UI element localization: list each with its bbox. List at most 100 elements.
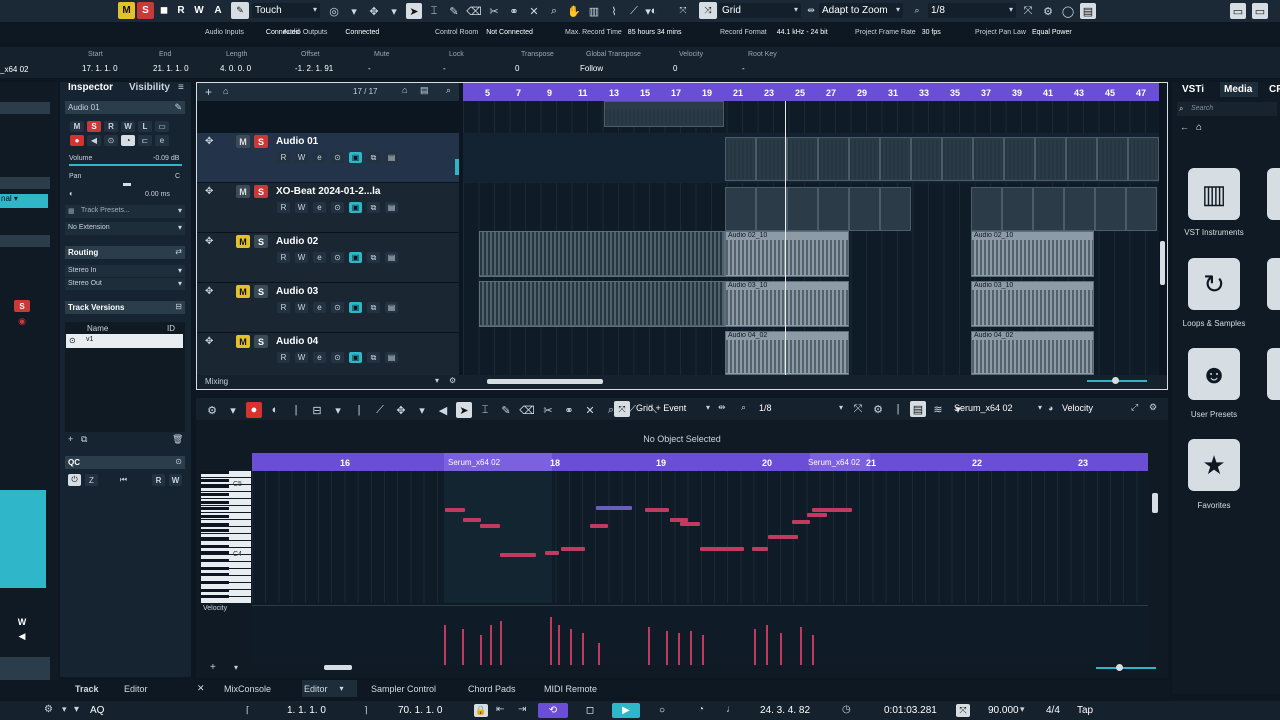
audio-event[interactable] <box>880 187 911 231</box>
track-mute-button[interactable]: M <box>236 235 250 248</box>
routing-section[interactable]: Routing ⇄ <box>65 246 185 259</box>
track-versions-icon[interactable]: ▤ <box>385 352 398 363</box>
expand-icon[interactable]: ✥ <box>205 186 213 197</box>
velocity-bar[interactable] <box>444 625 446 665</box>
read-button[interactable]: R <box>277 252 290 263</box>
velocity-bar[interactable] <box>702 635 704 665</box>
window-layout-icon[interactable]: ▤ <box>1080 3 1096 19</box>
channel-settings-icon[interactable]: e <box>155 135 169 146</box>
midi-note[interactable] <box>645 508 669 512</box>
lanes-icon[interactable]: ⧉ <box>367 352 380 363</box>
freeze-icon[interactable]: ⊏ <box>138 135 152 146</box>
chevron-down-icon[interactable]: ▾ <box>330 402 346 418</box>
snap-icon[interactable]: ⤧ <box>614 401 630 417</box>
track-row[interactable]: ✥ M S Audio 02 R We ⊙ ▣ ⧉ ▤ <box>197 233 459 283</box>
write-button[interactable]: W <box>295 252 308 263</box>
chevron-down-icon[interactable]: ▾ <box>414 402 430 418</box>
mute-tool-icon[interactable]: ✕ <box>582 402 598 418</box>
loops-samples-tile[interactable]: ↻ <box>1188 258 1240 310</box>
edit-in-place-icon[interactable]: ▣ <box>349 202 362 213</box>
media-tile-partial[interactable] <box>1267 168 1280 220</box>
chevron-down-icon[interactable]: ▾ <box>234 663 238 672</box>
user-presets-tile[interactable]: ☻ <box>1188 348 1240 400</box>
channel-settings-icon[interactable]: e <box>313 202 326 213</box>
glue-tool-icon[interactable]: ⚭ <box>506 3 522 19</box>
expand-icon[interactable]: ✥ <box>205 336 213 347</box>
comp-tool-icon[interactable]: ▥ <box>586 3 602 19</box>
write-button[interactable]: W <box>295 202 308 213</box>
velocity-bar[interactable] <box>582 633 584 665</box>
velocity-bar[interactable] <box>648 627 650 665</box>
audio-event[interactable] <box>942 137 973 181</box>
editor-zoom-handle[interactable] <box>1116 664 1123 671</box>
info-field-value[interactable]: Follow <box>580 64 603 73</box>
automation-mode-icon[interactable]: ✎ <box>231 2 249 19</box>
open-window-icon[interactable]: ⤢ <box>1131 402 1138 413</box>
part-selector-dropdown[interactable]: Serum_x64 02 ▾ <box>952 402 1044 416</box>
audio-event[interactable] <box>725 137 756 181</box>
audio-event[interactable] <box>787 187 818 231</box>
lanes-icon[interactable]: ⧉ <box>367 152 380 163</box>
track-solo-button[interactable]: S <box>254 135 268 148</box>
hand-tool-icon[interactable]: ✋ <box>566 3 582 19</box>
chevron-down-icon[interactable]: ▾ <box>386 3 402 19</box>
listen-button[interactable]: ◼ <box>157 2 171 19</box>
editor-horizontal-scroll-thumb[interactable] <box>324 665 352 670</box>
object-selection-tool-icon[interactable]: ➤ <box>406 3 422 19</box>
audio-event[interactable] <box>756 137 787 181</box>
tempo-track-icon[interactable]: ⤧ <box>956 704 970 717</box>
audio-event[interactable] <box>849 137 880 181</box>
midi-note[interactable] <box>463 518 481 522</box>
audio-event-audio-02-10[interactable]: Audio 02_10 <box>971 231 1094 277</box>
audio-event[interactable] <box>1126 187 1157 231</box>
midi-note[interactable] <box>480 524 500 528</box>
automation-a-button[interactable]: A <box>211 2 225 19</box>
track-versions-icon[interactable]: ⊟ <box>175 302 182 311</box>
draw-tool-icon[interactable]: ✎ <box>446 3 462 19</box>
audio-event[interactable] <box>1033 187 1064 231</box>
velocity-bar[interactable] <box>812 635 814 665</box>
delete-version-icon[interactable]: 🗑 <box>172 434 183 445</box>
monitor-icon[interactable]: ⊙ <box>331 202 344 213</box>
tab-cr[interactable]: CR <box>1269 84 1280 95</box>
routing-settings-icon[interactable]: ⇄ <box>175 247 182 256</box>
move-icon[interactable]: ✥ <box>366 3 382 19</box>
audio-event-audio-03-10[interactable]: Audio 03_10 <box>971 281 1094 327</box>
inspector-menu-icon[interactable]: ≡ <box>178 82 184 93</box>
vertical-scroll-thumb[interactable] <box>1160 241 1165 285</box>
velocity-bar[interactable] <box>678 633 680 665</box>
erase-tool-icon[interactable]: ⌫ <box>466 3 482 19</box>
strip-slot[interactable] <box>0 177 50 189</box>
tab-vsti[interactable]: VSTi <box>1182 84 1204 95</box>
strip-routing-dropdown[interactable]: nal ▾ <box>0 194 48 208</box>
qc-power-icon[interactable]: ⏻ <box>68 474 81 486</box>
write-button[interactable]: W <box>295 152 308 163</box>
midi-note[interactable] <box>545 551 559 555</box>
editor-snap-dropdown[interactable]: Grid + Event ▾ <box>633 402 713 416</box>
strip-slot-2[interactable] <box>0 235 50 247</box>
chevron-down-icon[interactable]: ▾ <box>1020 704 1025 715</box>
tempo-value[interactable]: 90.000 <box>988 705 1019 716</box>
piano-keyboard[interactable]: C5 C4 <box>201 471 251 603</box>
reset-icon[interactable]: ◯ <box>1060 3 1076 19</box>
midi-note[interactable] <box>445 508 465 512</box>
audio-event[interactable] <box>911 137 942 181</box>
lanes-icon[interactable]: ⧉ <box>367 202 380 213</box>
edit-in-place-icon[interactable]: ▣ <box>349 302 362 313</box>
tv-id-column[interactable]: ID <box>167 324 175 333</box>
velocity-bar[interactable] <box>690 631 692 665</box>
tab-midi-remote[interactable]: MIDI Remote <box>544 680 597 697</box>
track-version-row[interactable]: ⊙ v1 <box>66 334 183 348</box>
range-tool-icon[interactable]: ⌶ <box>426 3 442 19</box>
expand-icon[interactable]: ✥ <box>205 136 213 147</box>
tv-name-column[interactable]: Name <box>87 324 108 333</box>
read-button[interactable]: R <box>277 302 290 313</box>
event-display[interactable]: Audio 02_10 Audio 02_10 Audio 03_10 Audi… <box>463 101 1159 375</box>
midi-note[interactable] <box>500 553 536 557</box>
snap-type-dropdown[interactable]: Grid ▾ <box>719 3 801 18</box>
midi-note[interactable] <box>807 513 827 517</box>
tab-editor-left[interactable]: Editor <box>124 680 148 697</box>
audio-event[interactable] <box>818 187 849 231</box>
play-button[interactable]: ▶ <box>612 703 640 718</box>
velocity-bar[interactable] <box>570 629 572 665</box>
